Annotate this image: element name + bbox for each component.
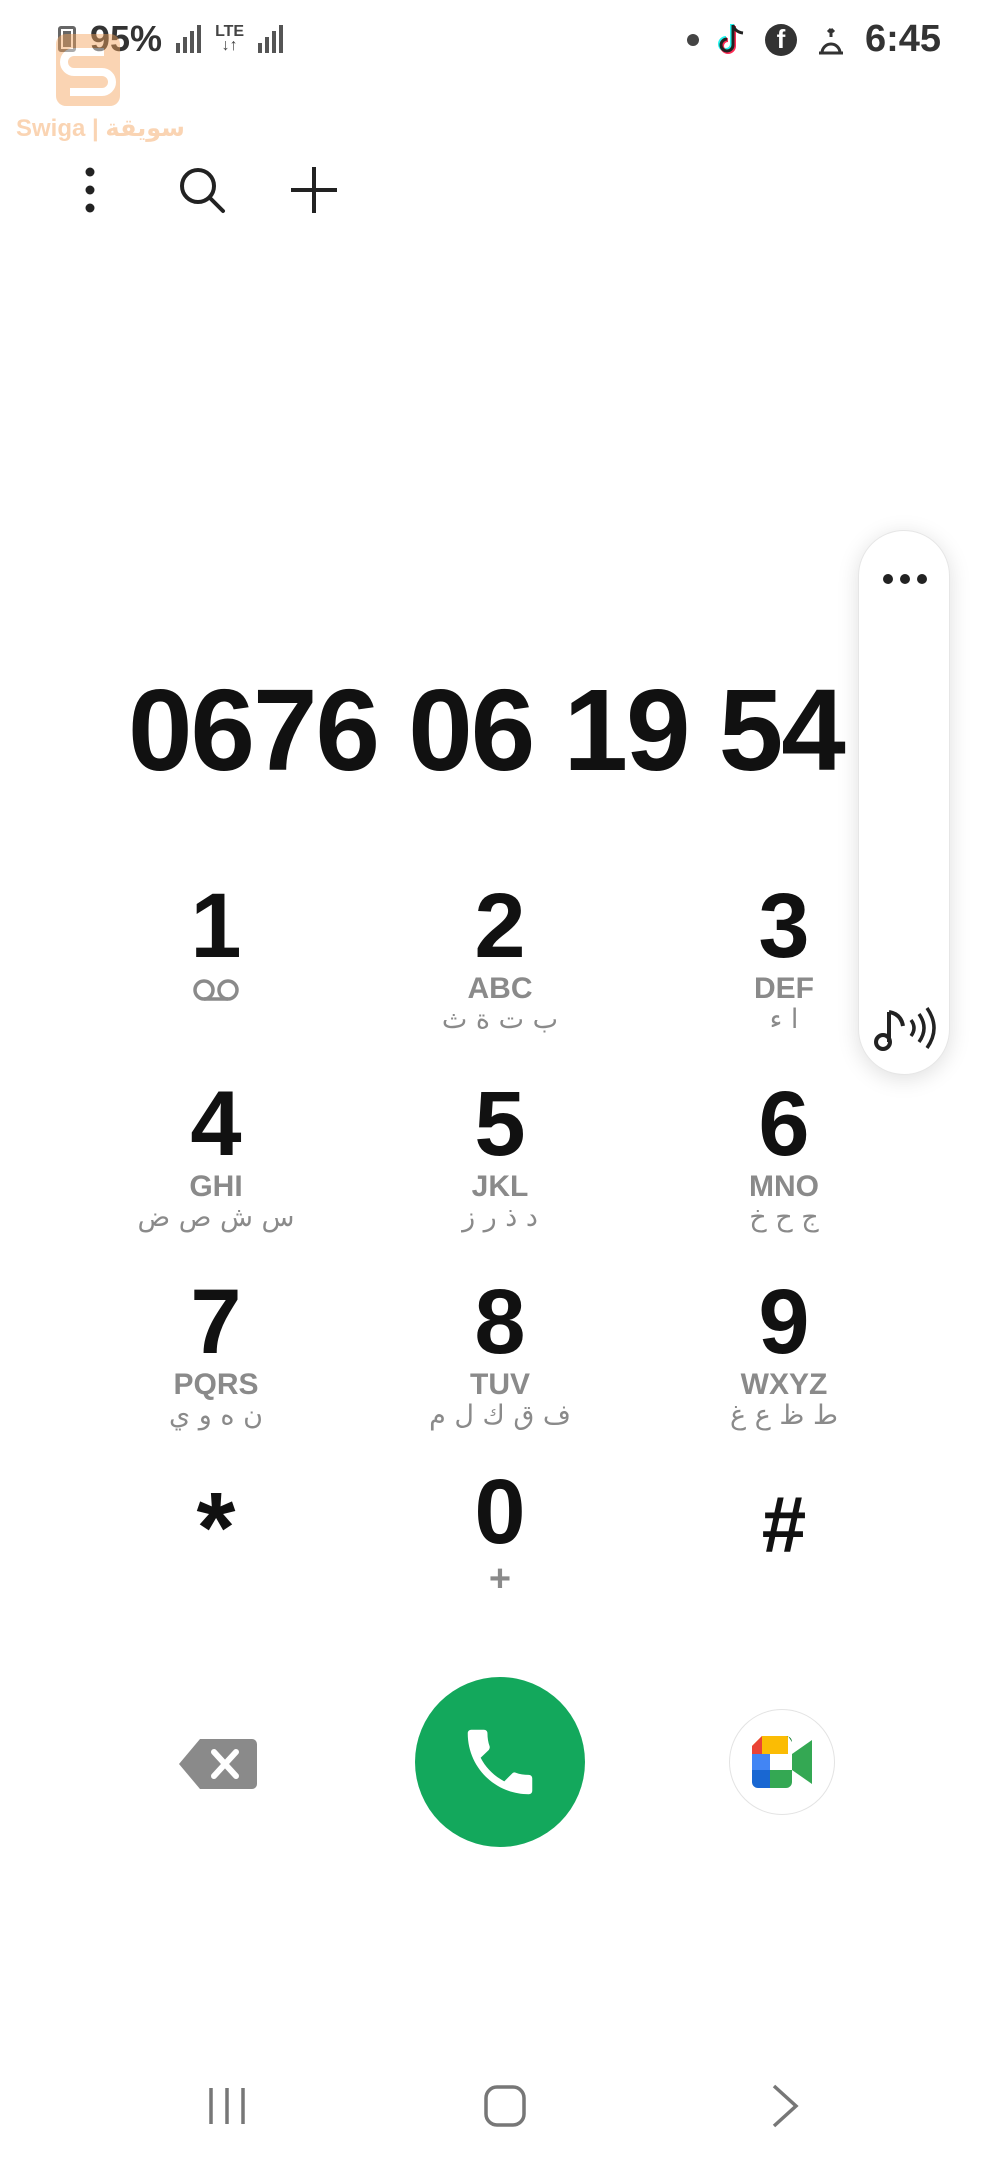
key-0[interactable]: 0 +: [380, 1466, 620, 1616]
prayer-icon: [818, 27, 843, 54]
key-3[interactable]: 3 DEF ا ء: [664, 875, 904, 1035]
notification-dot-icon: [686, 33, 699, 46]
watermark-text: Swiga | سويقة: [16, 115, 185, 142]
recents-icon[interactable]: [205, 2084, 249, 2128]
key-letters: +: [488, 1558, 512, 1600]
add-contact-button[interactable]: [284, 160, 344, 220]
more-options-button[interactable]: [60, 160, 120, 220]
key-digit: 0: [474, 1461, 526, 1563]
key-letters: DEF: [754, 972, 814, 1005]
toolbar: [60, 160, 344, 220]
lte-icon: LTE ↓↑: [215, 23, 245, 54]
search-button[interactable]: [172, 160, 232, 220]
key-arabic-letters: ج ح خ: [749, 1202, 819, 1233]
signal-icon: [176, 25, 202, 53]
key-digit: 7: [190, 1271, 242, 1373]
key-digit: 2: [474, 875, 526, 977]
tiktok-icon: [717, 23, 744, 54]
watermark-logo: Swiga | سويقة: [16, 30, 185, 150]
key-letters: TUV: [470, 1368, 530, 1401]
key-digit: 4: [190, 1073, 242, 1175]
phone-icon: [467, 1729, 533, 1795]
key-digit: 5: [474, 1073, 526, 1175]
key-digit: *: [196, 1472, 236, 1584]
key-arabic-letters: ا ء: [769, 1004, 799, 1035]
google-meet-icon: [752, 1736, 812, 1788]
signal-icon: [258, 25, 284, 53]
facebook-icon: f: [764, 23, 797, 56]
key-7[interactable]: 7 PQRS ن ه و ي: [96, 1271, 336, 1431]
key-star[interactable]: *: [96, 1468, 336, 1618]
key-9[interactable]: 9 WXYZ ط ظ ع غ: [664, 1271, 904, 1431]
key-1[interactable]: 1: [96, 880, 336, 1030]
key-letters: JKL: [471, 1170, 529, 1203]
voicemail-icon: [193, 979, 239, 1001]
key-digit: 9: [758, 1271, 810, 1373]
key-8[interactable]: 8 TUV ف ق ك ل م: [380, 1271, 620, 1431]
back-icon[interactable]: [768, 2082, 802, 2130]
key-letters: WXYZ: [740, 1368, 828, 1401]
key-2[interactable]: 2 ABC ب ت ة ث: [380, 875, 620, 1035]
home-icon[interactable]: [483, 2084, 527, 2128]
key-digit: 8: [474, 1271, 526, 1373]
more-vert-icon: [85, 167, 95, 213]
key-arabic-letters: د ذ ر ز: [462, 1202, 538, 1233]
key-6[interactable]: 6 MNO ج ح خ: [664, 1073, 904, 1233]
key-digit: 3: [758, 875, 810, 977]
key-hash[interactable]: #: [664, 1480, 904, 1630]
dialed-number-field[interactable]: 0676 06 19 54: [128, 670, 858, 790]
more-horiz-icon[interactable]: [859, 559, 951, 599]
key-arabic-letters: ف ق ك ل م: [429, 1400, 571, 1431]
status-right: f 6:45: [686, 18, 941, 61]
key-digit: 1: [190, 875, 242, 977]
call-button[interactable]: [415, 1677, 585, 1847]
key-letters: ABC: [467, 972, 533, 1005]
key-arabic-letters: س ش ص ض: [137, 1202, 295, 1233]
key-letters: PQRS: [173, 1368, 259, 1401]
watermark-icon: [56, 34, 120, 106]
add-icon: [291, 167, 337, 213]
key-digit: #: [761, 1480, 807, 1569]
key-arabic-letters: ب ت ة ث: [441, 1004, 559, 1035]
key-arabic-letters: ط ظ ع غ: [730, 1400, 838, 1431]
navigation-bar: [0, 2070, 999, 2140]
key-letters: GHI: [189, 1170, 243, 1203]
key-letters: MNO: [749, 1170, 819, 1203]
key-arabic-letters: ن ه و ي: [169, 1400, 263, 1431]
key-digit: 6: [758, 1073, 810, 1175]
search-icon: [180, 168, 225, 213]
video-call-button[interactable]: [729, 1709, 835, 1815]
backspace-icon[interactable]: [178, 1737, 258, 1791]
key-5[interactable]: 5 JKL د ذ ر ز: [380, 1073, 620, 1233]
clock: 6:45: [864, 18, 941, 60]
key-4[interactable]: 4 GHI س ش ص ض: [96, 1073, 336, 1233]
network-type: LTE: [215, 23, 245, 40]
